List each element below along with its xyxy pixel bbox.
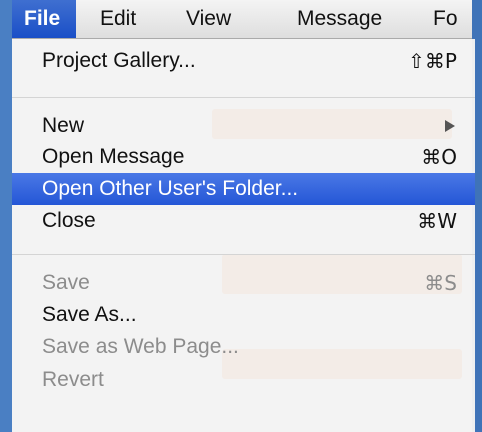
menu-item-save[interactable]: Save ⌘S	[12, 267, 475, 299]
menu-item-save-as[interactable]: Save As...	[12, 299, 475, 331]
menu-item-label: New	[42, 114, 85, 137]
menu-item-label: Close	[42, 209, 96, 232]
menu-item-shortcut: ⌘W	[417, 209, 457, 233]
menu-item-revert[interactable]: Revert	[12, 364, 475, 396]
menu-item-label: Revert	[42, 368, 104, 391]
menu-item-open-other-users-folder[interactable]: Open Other User's Folder...	[12, 173, 475, 205]
menu-item-shortcut: ⌘O	[421, 145, 457, 169]
menu-item-label: Save As...	[42, 303, 137, 326]
menu-item-shortcut: ⌘S	[424, 271, 457, 295]
menu-item-new[interactable]: New	[12, 110, 475, 142]
menu-item-save-as-web-page[interactable]: Save as Web Page...	[12, 331, 475, 363]
menubar-view[interactable]: View	[186, 0, 231, 38]
menu-item-open-message[interactable]: Open Message ⌘O	[12, 141, 475, 173]
file-menu-dropdown: Project Gallery... ⇧⌘P New Open Message …	[12, 39, 475, 432]
menubar-file[interactable]: File	[12, 0, 76, 38]
menu-separator	[12, 254, 475, 255]
menu-separator	[12, 97, 475, 98]
menu-item-label: Open Message	[42, 145, 185, 168]
menu-item-close[interactable]: Close ⌘W	[12, 205, 475, 237]
menubar-edit[interactable]: Edit	[100, 0, 136, 38]
menu-item-project-gallery[interactable]: Project Gallery... ⇧⌘P	[12, 45, 475, 77]
menu-item-label: Save	[42, 271, 90, 294]
submenu-arrow-icon	[445, 120, 455, 132]
menu-item-label: Save as Web Page...	[42, 335, 239, 358]
window-border-left	[0, 0, 12, 432]
menu-item-label: Open Other User's Folder...	[42, 177, 299, 200]
menubar-format[interactable]: Fo	[433, 0, 458, 38]
menubar-message[interactable]: Message	[297, 0, 382, 38]
screenshot: File Edit View Message Fo Project Galler…	[0, 0, 482, 432]
menu-bar: File Edit View Message Fo	[12, 0, 472, 39]
menu-item-shortcut: ⇧⌘P	[408, 49, 457, 73]
menu-item-label: Project Gallery...	[42, 49, 196, 72]
